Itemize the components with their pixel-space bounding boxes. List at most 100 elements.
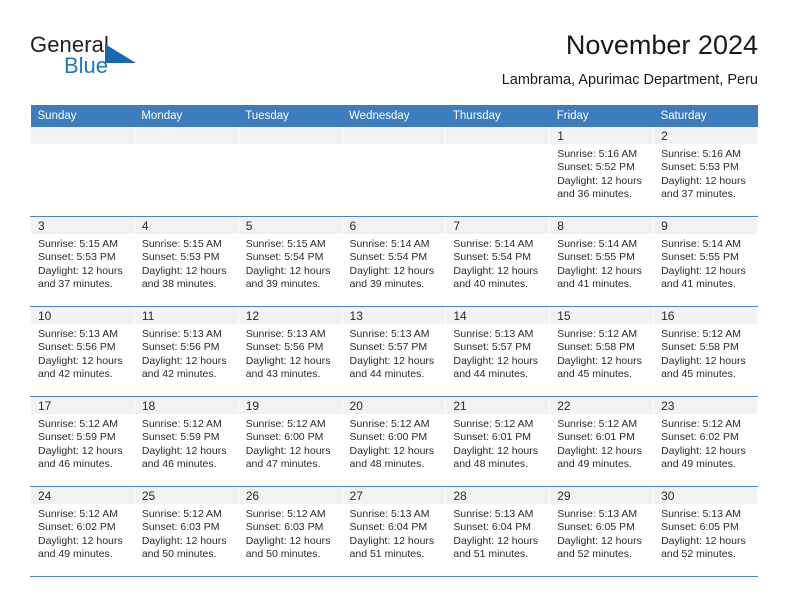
day-sun-info: Sunrise: 5:12 AM Sunset: 5:58 PM Daylight:…: [550, 324, 653, 382]
sunset-time: Sunset: 5:58 PM: [557, 341, 635, 354]
sunrise-time: Sunrise: 5:12 AM: [453, 418, 534, 430]
general-blue-logo[interactable]: General Blue: [30, 32, 200, 88]
weekday-header-sunday: Sunday: [30, 105, 135, 127]
calendar-day-cell[interactable]: 7 Sunrise: 5:14 AM Sunset: 5:54 PM Daylight…: [445, 216, 551, 307]
daylight-duration-line1: Daylight: 12 hours: [453, 534, 539, 547]
day-cell-inner: 13 Sunrise: 5:13 AM Sunset: 5:57 PM Dayligh…: [342, 307, 446, 396]
calendar-day-cell[interactable]: 14 Sunrise: 5:13 AM Sunset: 5:57 PM Dayligh…: [445, 306, 551, 397]
calendar-day-cell[interactable]: 3 Sunrise: 5:15 AM Sunset: 5:53 PM Daylight…: [30, 216, 135, 307]
sunrise-time: Sunrise: 5:12 AM: [245, 508, 326, 520]
page-header: General Blue November 2024 Lambrama, Apu…: [30, 28, 758, 102]
day-sun-info: Sunrise: 5:13 AM Sunset: 5:56 PM Daylight:…: [239, 324, 342, 382]
calendar-day-cell[interactable]: 22 Sunrise: 5:12 AM Sunset: 6:01 PM Dayligh…: [549, 396, 655, 487]
weekday-header-friday: Friday: [549, 105, 654, 127]
daylight-duration-line2: and 37 minutes.: [38, 278, 113, 291]
day-cell-inner: 9 Sunrise: 5:14 AM Sunset: 5:55 PM Daylight…: [654, 217, 757, 306]
sunrise-time: Sunrise: 5:13 AM: [349, 328, 430, 340]
calendar-day-cell[interactable]: 2 Sunrise: 5:16 AM Sunset: 5:53 PM Daylight…: [653, 127, 758, 217]
sunrise-time: Sunrise: 5:12 AM: [661, 328, 742, 340]
calendar-day-cell[interactable]: 11 Sunrise: 5:13 AM Sunset: 5:56 PM Dayligh…: [133, 306, 239, 397]
day-number: 8: [550, 217, 654, 234]
sunrise-time: Sunrise: 5:12 AM: [38, 508, 118, 520]
day-sun-info: Sunrise: 5:12 AM Sunset: 6:01 PM Daylight:…: [446, 414, 549, 472]
daylight-duration-line2: and 47 minutes.: [245, 458, 321, 471]
day-cell-inner: 19 Sunrise: 5:12 AM Sunset: 6:00 PM Dayligh…: [238, 397, 342, 486]
calendar-day-cell-empty: [237, 127, 343, 217]
day-cell-inner: 7 Sunrise: 5:14 AM Sunset: 5:54 PM Daylight…: [446, 217, 550, 306]
calendar-day-cell[interactable]: 10 Sunrise: 5:13 AM Sunset: 5:56 PM Dayligh…: [30, 306, 135, 397]
calendar-day-cell[interactable]: 12 Sunrise: 5:13 AM Sunset: 5:56 PM Dayligh…: [237, 306, 343, 397]
calendar-day-cell[interactable]: 29 Sunrise: 5:13 AM Sunset: 6:05 PM Dayligh…: [549, 486, 655, 577]
sunset-time: Sunset: 5:59 PM: [141, 431, 220, 444]
daylight-duration-line2: and 52 minutes.: [661, 548, 736, 561]
sunset-time: Sunset: 6:03 PM: [245, 521, 324, 534]
calendar-day-cell[interactable]: 30 Sunrise: 5:13 AM Sunset: 6:05 PM Dayligh…: [653, 486, 758, 577]
sunrise-time: Sunrise: 5:14 AM: [453, 238, 534, 250]
calendar-day-cell[interactable]: 16 Sunrise: 5:12 AM Sunset: 5:58 PM Dayligh…: [653, 306, 758, 397]
calendar-day-cell[interactable]: 6 Sunrise: 5:14 AM Sunset: 5:54 PM Daylight…: [341, 216, 447, 307]
day-cell-inner: 5 Sunrise: 5:15 AM Sunset: 5:54 PM Daylight…: [238, 217, 342, 306]
calendar-day-cell[interactable]: 15 Sunrise: 5:12 AM Sunset: 5:58 PM Dayligh…: [549, 306, 655, 397]
calendar-day-cell[interactable]: 13 Sunrise: 5:13 AM Sunset: 5:57 PM Dayligh…: [341, 306, 447, 397]
sunrise-time: Sunrise: 5:16 AM: [557, 148, 638, 160]
calendar-page: General Blue November 2024 Lambrama, Apu…: [0, 0, 792, 612]
sunrise-time: Sunrise: 5:12 AM: [245, 418, 326, 430]
day-number: 20: [342, 397, 446, 414]
calendar-week-row: 10 Sunrise: 5:13 AM Sunset: 5:56 PM Dayligh…: [30, 306, 758, 397]
sunrise-time: Sunrise: 5:12 AM: [557, 418, 638, 430]
daylight-duration-line2: and 48 minutes.: [453, 458, 529, 471]
day-cell-inner: 20 Sunrise: 5:12 AM Sunset: 6:00 PM Dayligh…: [342, 397, 446, 486]
day-sun-info: Sunrise: 5:12 AM Sunset: 6:00 PM Daylight:…: [239, 414, 342, 472]
calendar-day-cell[interactable]: 28 Sunrise: 5:13 AM Sunset: 6:04 PM Dayligh…: [445, 486, 551, 577]
calendar-day-cell[interactable]: 4 Sunrise: 5:15 AM Sunset: 5:53 PM Daylight…: [133, 216, 239, 307]
sunrise-time: Sunrise: 5:15 AM: [38, 238, 118, 250]
calendar-day-cell[interactable]: 23 Sunrise: 5:12 AM Sunset: 6:02 PM Dayligh…: [653, 396, 758, 487]
day-cell-inner: 28 Sunrise: 5:13 AM Sunset: 6:04 PM Dayligh…: [446, 487, 550, 576]
sunset-time: Sunset: 5:59 PM: [38, 431, 116, 444]
daylight-duration-line1: Daylight: 12 hours: [661, 264, 746, 277]
calendar-day-cell[interactable]: 19 Sunrise: 5:12 AM Sunset: 6:00 PM Dayligh…: [237, 396, 343, 487]
daylight-duration-line1: Daylight: 12 hours: [557, 354, 642, 367]
calendar-day-cell[interactable]: 25 Sunrise: 5:12 AM Sunset: 6:03 PM Dayligh…: [133, 486, 239, 577]
day-sun-info: Sunrise: 5:13 AM Sunset: 6:05 PM Daylight:…: [550, 504, 653, 562]
calendar-day-cell[interactable]: 5 Sunrise: 5:15 AM Sunset: 5:54 PM Daylight…: [237, 216, 343, 307]
day-cell-inner: 8 Sunrise: 5:14 AM Sunset: 5:55 PM Daylight…: [550, 217, 654, 306]
calendar-day-cell[interactable]: 1 Sunrise: 5:16 AM Sunset: 5:52 PM Daylight…: [549, 127, 655, 217]
page-title: November 2024: [565, 30, 758, 60]
calendar-day-cell[interactable]: 21 Sunrise: 5:12 AM Sunset: 6:01 PM Dayligh…: [445, 396, 551, 487]
calendar-week-row: 1 Sunrise: 5:16 AM Sunset: 5:52 PM Daylight…: [30, 127, 758, 217]
day-cell-inner: 14 Sunrise: 5:13 AM Sunset: 5:57 PM Dayligh…: [446, 307, 550, 396]
sunrise-time: Sunrise: 5:15 AM: [141, 238, 222, 250]
daylight-duration-line1: Daylight: 12 hours: [245, 444, 331, 457]
calendar-day-cell[interactable]: 17 Sunrise: 5:12 AM Sunset: 5:59 PM Dayligh…: [30, 396, 135, 487]
sunset-time: Sunset: 5:58 PM: [661, 341, 739, 354]
calendar-day-cell[interactable]: 24 Sunrise: 5:12 AM Sunset: 6:02 PM Dayligh…: [30, 486, 135, 577]
sunrise-time: Sunrise: 5:13 AM: [141, 328, 222, 340]
calendar-day-cell[interactable]: 27 Sunrise: 5:13 AM Sunset: 6:04 PM Dayligh…: [341, 486, 447, 577]
calendar-day-cell[interactable]: 9 Sunrise: 5:14 AM Sunset: 5:55 PM Daylight…: [653, 216, 758, 307]
calendar-body: 1 Sunrise: 5:16 AM Sunset: 5:52 PM Daylight…: [30, 127, 758, 577]
day-cell-inner: 29 Sunrise: 5:13 AM Sunset: 6:05 PM Dayligh…: [550, 487, 654, 576]
daylight-duration-line1: Daylight: 12 hours: [141, 444, 227, 457]
calendar-day-cell[interactable]: 20 Sunrise: 5:12 AM Sunset: 6:00 PM Dayligh…: [341, 396, 447, 487]
day-cell-inner: 27 Sunrise: 5:13 AM Sunset: 6:04 PM Dayligh…: [342, 487, 446, 576]
sunset-time: Sunset: 6:01 PM: [453, 431, 532, 444]
daylight-duration-line2: and 52 minutes.: [557, 548, 632, 561]
sunset-time: Sunset: 6:01 PM: [557, 431, 635, 444]
sunset-time: Sunset: 5:53 PM: [141, 251, 220, 264]
sunset-time: Sunset: 5:53 PM: [38, 251, 116, 264]
daylight-duration-line1: Daylight: 12 hours: [453, 444, 539, 457]
day-sun-info: Sunrise: 5:14 AM Sunset: 5:55 PM Daylight:…: [550, 234, 653, 292]
day-cell-inner: 16 Sunrise: 5:12 AM Sunset: 5:58 PM Dayligh…: [654, 307, 757, 396]
day-number: 12: [238, 307, 342, 324]
day-cell-inner: 22 Sunrise: 5:12 AM Sunset: 6:01 PM Dayligh…: [550, 397, 654, 486]
day-number: 15: [550, 307, 654, 324]
sunrise-time: Sunrise: 5:12 AM: [141, 418, 222, 430]
day-number: 11: [134, 307, 238, 324]
day-number: 10: [31, 307, 134, 324]
calendar-day-cell[interactable]: 26 Sunrise: 5:12 AM Sunset: 6:03 PM Dayligh…: [237, 486, 343, 577]
sunset-time: Sunset: 5:55 PM: [557, 251, 635, 264]
calendar-day-cell[interactable]: 8 Sunrise: 5:14 AM Sunset: 5:55 PM Daylight…: [549, 216, 655, 307]
day-sun-info: Sunrise: 5:12 AM Sunset: 6:03 PM Daylight:…: [135, 504, 238, 562]
calendar-day-cell[interactable]: 18 Sunrise: 5:12 AM Sunset: 5:59 PM Dayligh…: [133, 396, 239, 487]
